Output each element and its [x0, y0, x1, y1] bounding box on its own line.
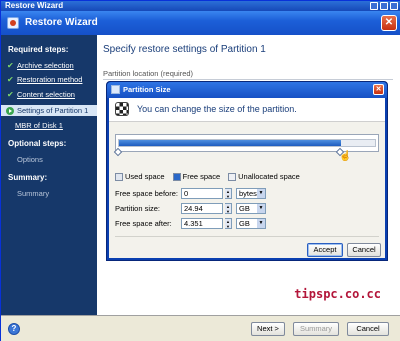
- sidebar-item-summary[interactable]: Summary: [17, 189, 49, 198]
- bar-track: [118, 139, 376, 147]
- cancel-button[interactable]: Cancel: [347, 322, 389, 336]
- dialog-close-icon[interactable]: ✕: [373, 84, 384, 95]
- bar-legend: Used space Free space Unallocated space: [115, 172, 300, 181]
- watermark-text: tipspc.co.cc: [294, 287, 381, 301]
- unallocated-swatch: [228, 172, 237, 181]
- current-step-arrow-icon: [6, 106, 14, 115]
- unit-select[interactable]: GB ▼: [236, 218, 266, 229]
- page-title: Specify restore settings of Partition 1: [103, 44, 266, 55]
- sidebar-item-label: MBR of Disk 1: [15, 121, 63, 130]
- mouse-cursor-icon: ☝: [339, 151, 352, 162]
- legend-label: Used space: [125, 172, 165, 181]
- field-label: Free space before:: [115, 189, 178, 198]
- window-title-strip: Restore Wizard: [1, 1, 400, 11]
- check-icon: ✔: [7, 89, 14, 99]
- partition-size-input[interactable]: 24.94: [181, 203, 223, 214]
- free-space-after-input[interactable]: 4.351: [181, 218, 223, 229]
- legend-label: Unallocated space: [238, 172, 300, 181]
- legend-free: Free space: [172, 172, 221, 181]
- unit-value: GB: [239, 204, 250, 213]
- sidebar-item-archive-selection[interactable]: ✔ Archive selection: [7, 60, 74, 71]
- legend-used: Used space: [115, 172, 165, 181]
- partition-size-bar[interactable]: ☝: [113, 134, 379, 162]
- used-swatch: [115, 172, 123, 181]
- free-swatch: [172, 172, 181, 181]
- close-button[interactable]: ✕: [381, 15, 397, 31]
- free-space-segment: [119, 140, 341, 146]
- close-icon[interactable]: [390, 2, 398, 10]
- optional-steps-heading: Optional steps:: [8, 139, 67, 148]
- help-icon[interactable]: ?: [8, 323, 20, 335]
- unit-value: bytes: [239, 189, 257, 198]
- sidebar-item-label: Restoration method: [17, 75, 83, 84]
- divider: [103, 79, 393, 80]
- sidebar-item-settings-partition-1[interactable]: Settings of Partition 1: [1, 105, 97, 116]
- maximize-icon[interactable]: [380, 2, 388, 10]
- restore-wizard-window: Restore Wizard Restore Wizard ✕ Required…: [0, 0, 400, 341]
- window-title: Restore Wizard: [25, 17, 98, 28]
- unit-select[interactable]: GB ▼: [236, 203, 266, 214]
- legend-label: Free space: [182, 172, 221, 181]
- free-space-before-input[interactable]: 0: [181, 188, 223, 199]
- partition-location-label: Partition location (required): [103, 69, 194, 78]
- partition-size-row: Partition size: 24.94 ▲ ▼ GB ▼: [115, 203, 266, 214]
- sidebar-item-label: Content selection: [17, 90, 75, 99]
- wizard-button-bar: ? Next > Summary Cancel: [1, 315, 400, 341]
- summary-button[interactable]: Summary: [293, 322, 339, 336]
- partition-size-dialog: Partition Size ✕ You can change the size…: [106, 81, 388, 261]
- restore-wizard-icon: [7, 17, 19, 29]
- spinner[interactable]: ▲ ▼: [225, 203, 232, 214]
- unit-value: GB: [239, 219, 250, 228]
- field-label: Free space after:: [115, 219, 172, 228]
- chevron-down-icon: ▼: [257, 189, 265, 198]
- dialog-titlebar: Partition Size ✕: [107, 82, 387, 98]
- chevron-down-icon: ▼: [257, 219, 265, 228]
- summary-heading: Summary:: [8, 173, 48, 182]
- next-button[interactable]: Next >: [251, 322, 285, 336]
- unit-select[interactable]: bytes ▼: [236, 188, 266, 199]
- chevron-down-icon: ▼: [257, 204, 265, 213]
- dialog-message: You can change the size of the partition…: [137, 104, 297, 114]
- divider: [115, 236, 379, 237]
- wizard-titlebar: Restore Wizard ✕: [1, 11, 400, 35]
- checkered-flag-icon: [115, 102, 129, 116]
- minimize-icon[interactable]: [370, 2, 378, 10]
- dialog-cancel-button[interactable]: Cancel: [347, 243, 381, 257]
- dialog-icon: [111, 85, 120, 94]
- spinner[interactable]: ▲ ▼: [225, 188, 232, 199]
- sidebar-item-label: Settings of Partition 1: [17, 106, 89, 115]
- sidebar-item-mbr-disk-1[interactable]: MBR of Disk 1: [15, 120, 63, 131]
- required-steps-heading: Required steps:: [8, 45, 69, 54]
- field-label: Partition size:: [115, 204, 161, 213]
- free-space-before-row: Free space before: 0 ▲ ▼ bytes ▼: [115, 188, 266, 199]
- dialog-title: Partition Size: [123, 85, 171, 94]
- sidebar-item-options[interactable]: Options: [17, 155, 43, 164]
- wizard-sidebar: Required steps: ✔ Archive selection ✔ Re…: [1, 35, 97, 315]
- free-space-after-row: Free space after: 4.351 ▲ ▼ GB ▼: [115, 218, 266, 229]
- strip-controls: [370, 2, 398, 10]
- left-resize-handle[interactable]: [113, 147, 123, 157]
- sidebar-item-content-selection[interactable]: ✔ Content selection: [7, 89, 75, 100]
- check-icon: ✔: [7, 60, 14, 70]
- accept-button[interactable]: Accept: [307, 243, 343, 257]
- spinner[interactable]: ▲ ▼: [225, 218, 232, 229]
- dialog-body: You can change the size of the partition…: [109, 98, 385, 258]
- strip-title: Restore Wizard: [5, 1, 64, 10]
- sidebar-item-restoration-method[interactable]: ✔ Restoration method: [7, 74, 82, 85]
- legend-unallocated: Unallocated space: [228, 172, 300, 181]
- sidebar-item-label: Archive selection: [17, 61, 74, 70]
- dialog-header: You can change the size of the partition…: [109, 98, 385, 122]
- check-icon: ✔: [7, 74, 14, 84]
